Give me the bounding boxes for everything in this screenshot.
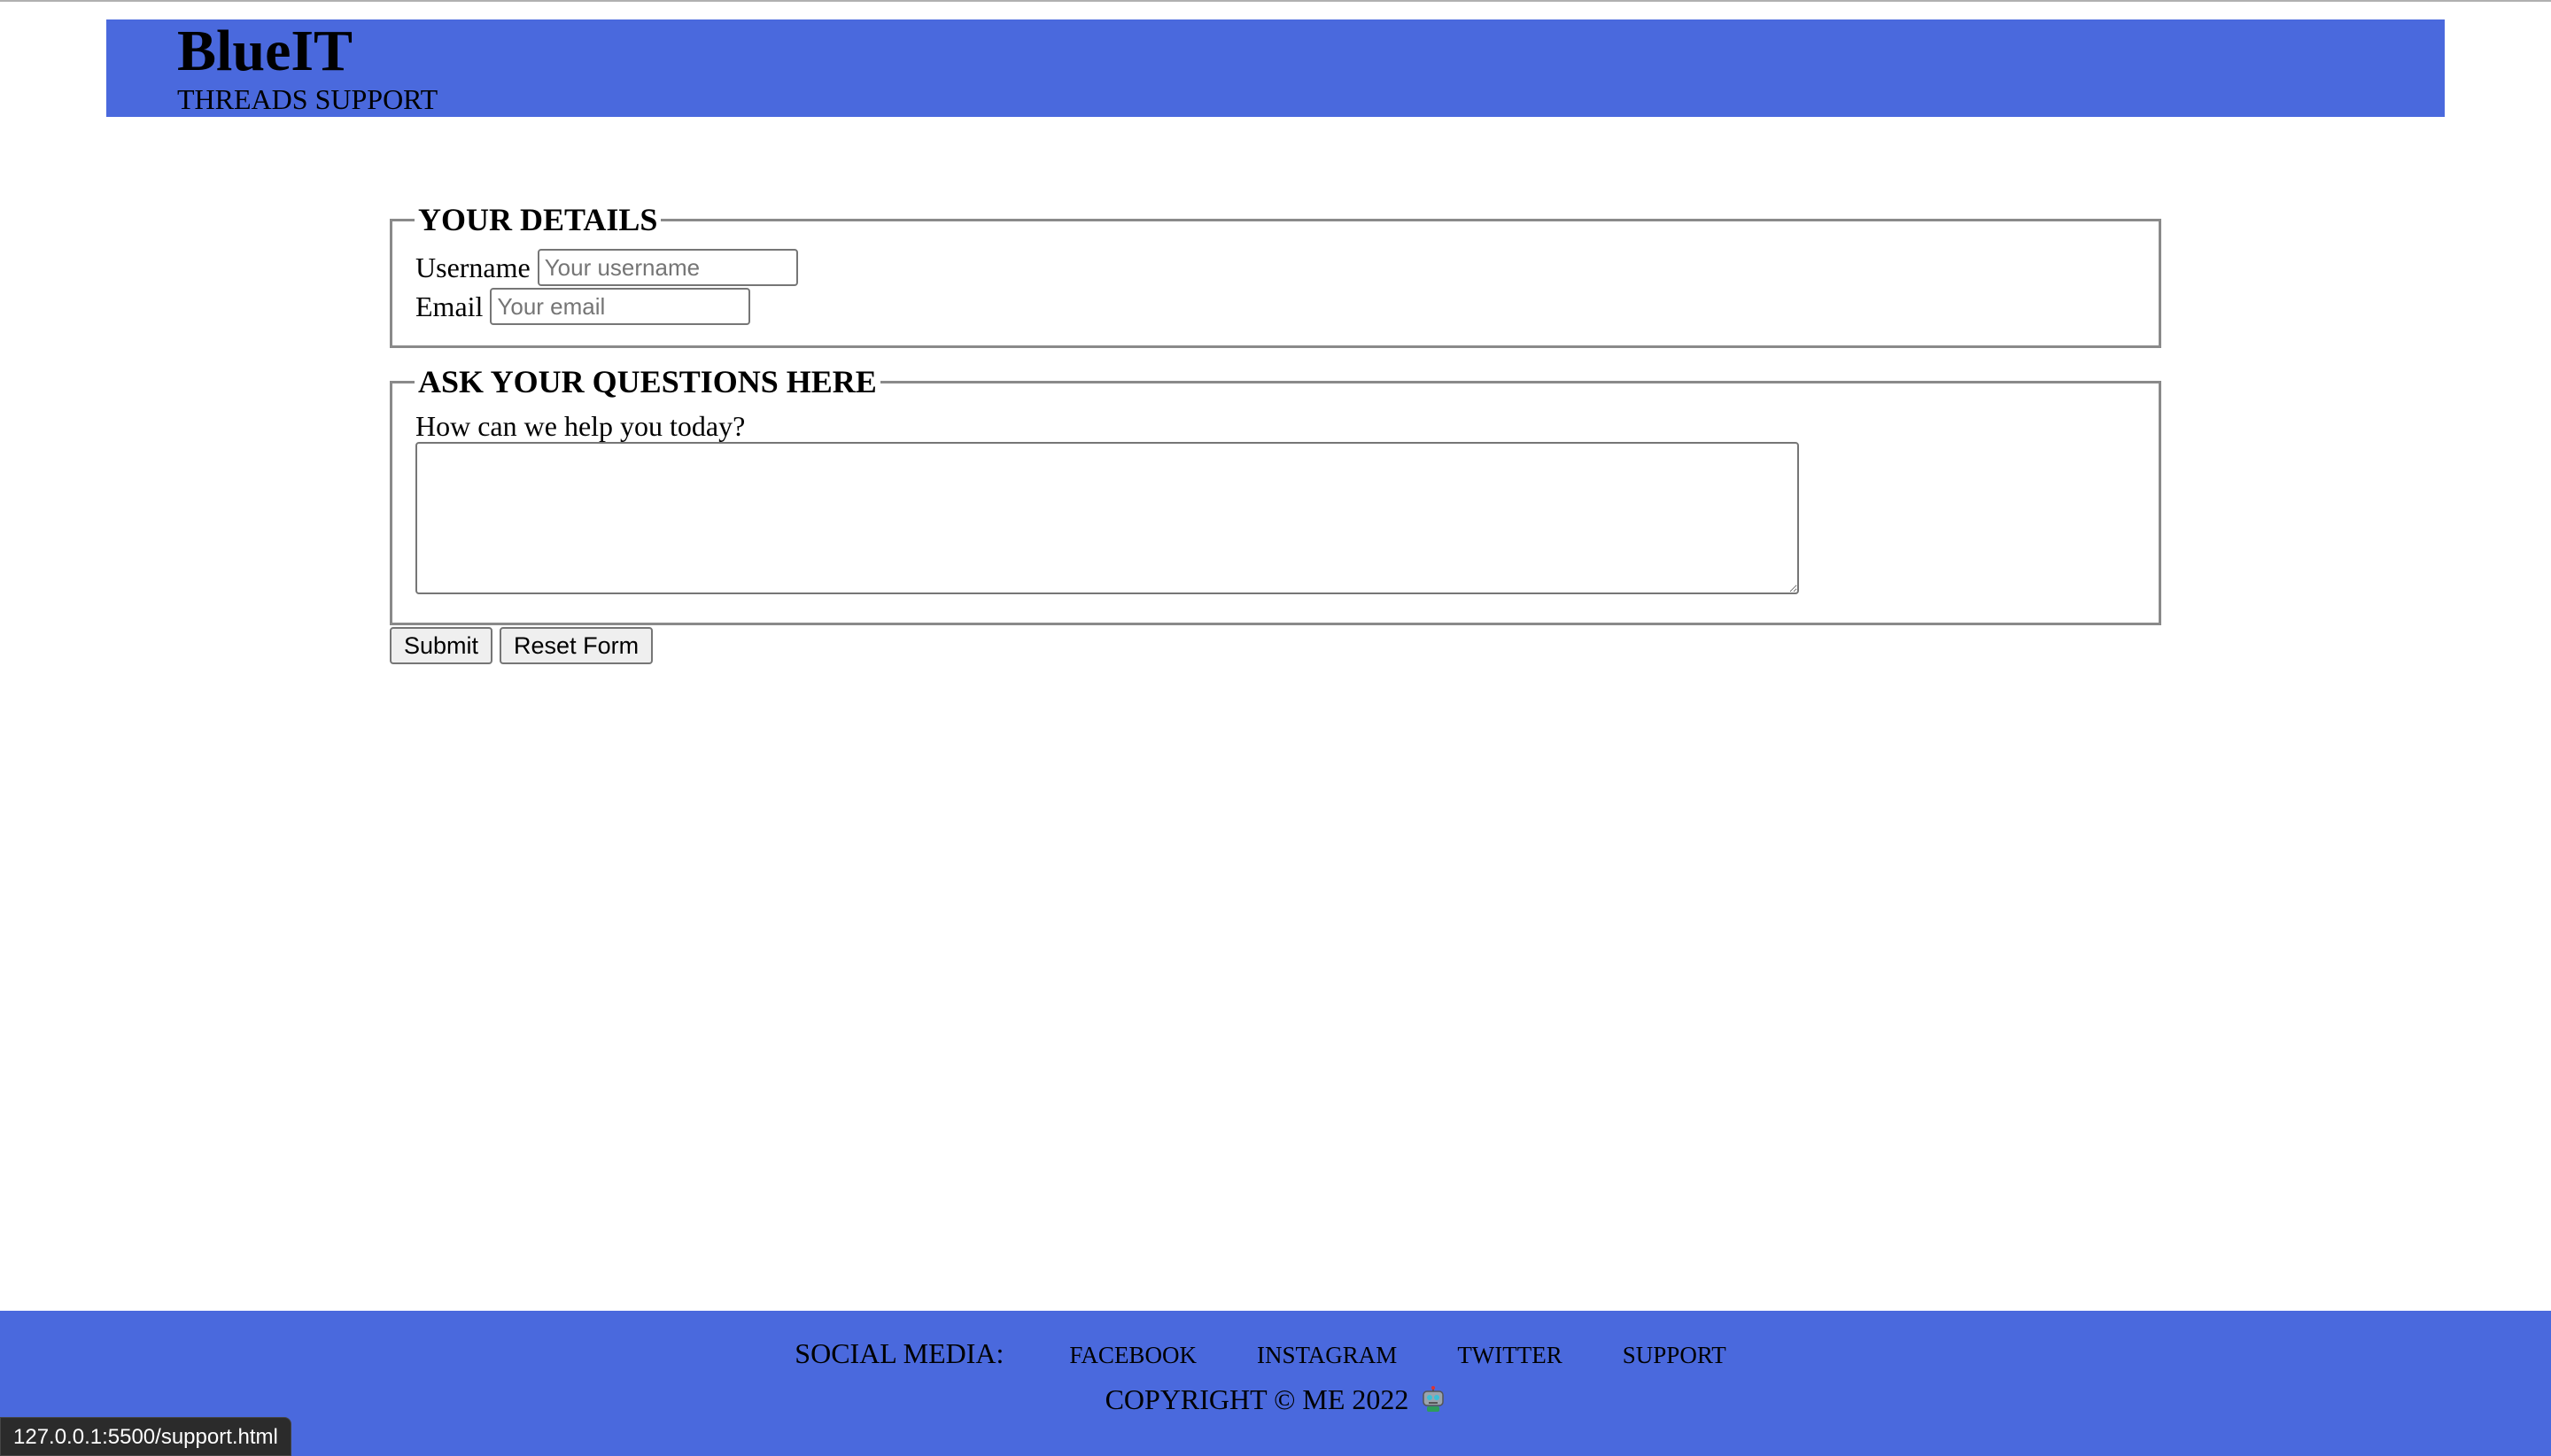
help-label: How can we help you today?: [415, 410, 746, 442]
username-label: Username: [415, 252, 531, 283]
site-footer: SOCIAL MEDIA: FACEBOOK INSTAGRAM TWITTER…: [0, 1311, 2551, 1456]
question-textarea[interactable]: [415, 442, 1799, 594]
questions-legend: ASK YOUR QUESTIONS HERE: [418, 364, 877, 399]
copyright-line: COPYRIGHT © ME 2022: [0, 1382, 2551, 1417]
page: BlueIT THREADS SUPPORT YOUR DETAILS User…: [0, 0, 2551, 1456]
social-media-label: SOCIAL MEDIA:: [795, 1337, 1004, 1369]
email-input[interactable]: [490, 288, 751, 325]
email-row: Email: [415, 287, 2136, 326]
email-label: Email: [415, 290, 484, 322]
reset-form-button[interactable]: Reset Form: [500, 627, 654, 664]
status-bar-url: 127.0.0.1:5500/support.html: [0, 1417, 291, 1456]
support-form: YOUR DETAILS Username Email ASK YOUR QUE…: [390, 204, 2161, 625]
brand-tagline: THREADS SUPPORT: [177, 83, 438, 115]
robot-icon: [1423, 1386, 1445, 1412]
brand-title: BlueIT: [177, 19, 353, 83]
footer-link-facebook[interactable]: FACEBOOK: [1069, 1342, 1197, 1369]
form-buttons: Submit Reset Form: [390, 627, 654, 664]
details-legend: YOUR DETAILS: [418, 202, 658, 237]
copyright-text: COPYRIGHT © ME 2022: [1105, 1383, 1409, 1415]
footer-link-instagram[interactable]: INSTAGRAM: [1257, 1342, 1397, 1369]
questions-fieldset: ASK YOUR QUESTIONS HERE How can we help …: [390, 366, 2161, 625]
username-input[interactable]: [537, 249, 798, 286]
details-fieldset: YOUR DETAILS Username Email: [390, 204, 2161, 348]
username-row: Username: [415, 248, 2136, 287]
window-top-border: [0, 0, 2551, 2]
submit-button[interactable]: Submit: [390, 627, 493, 664]
footer-nav: SOCIAL MEDIA: FACEBOOK INSTAGRAM TWITTER…: [0, 1337, 2551, 1370]
site-header: BlueIT THREADS SUPPORT: [106, 19, 2445, 117]
footer-link-twitter[interactable]: TWITTER: [1457, 1342, 1562, 1369]
footer-link-support[interactable]: SUPPORT: [1623, 1342, 1726, 1369]
